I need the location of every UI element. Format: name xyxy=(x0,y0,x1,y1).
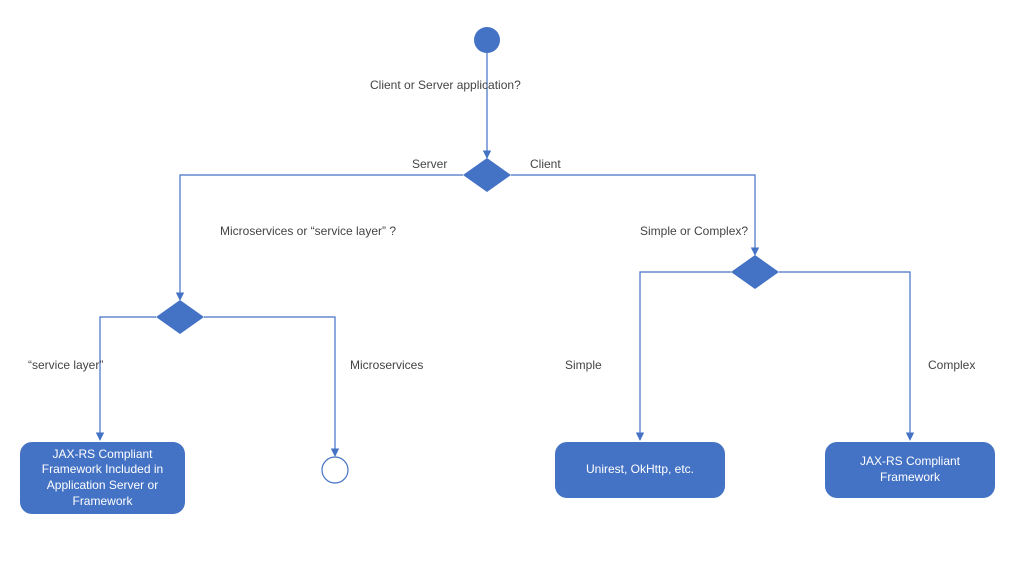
edge-label-complex: Complex xyxy=(928,358,975,372)
terminal-jaxrs-full: JAX-RS Compliant Framework Included in A… xyxy=(20,442,185,514)
edge-d1-client xyxy=(511,175,755,255)
label-server-question: Microservices or “service layer” ? xyxy=(220,224,396,238)
decision-microservices-or-layer xyxy=(156,300,204,334)
terminal-jaxrs-full-text: JAX-RS Compliant Framework Included in A… xyxy=(28,447,177,509)
edge-label-client: Client xyxy=(530,157,561,171)
edge-label-service-layer: “service layer” xyxy=(28,358,103,372)
label-client-question: Simple or Complex? xyxy=(640,224,748,238)
edge-d2-service-layer xyxy=(100,317,156,440)
edge-d3-simple xyxy=(640,272,731,440)
edge-label-microservices: Microservices xyxy=(350,358,423,372)
terminal-jaxrs-client: JAX-RS Compliant Framework xyxy=(825,442,995,498)
terminal-simple-clients-text: Unirest, OkHttp, etc. xyxy=(586,462,694,478)
edge-label-server: Server xyxy=(412,157,447,171)
decision-simple-or-complex xyxy=(731,255,779,289)
edge-label-simple: Simple xyxy=(565,358,602,372)
start-node xyxy=(474,27,500,53)
edge-d2-microservices xyxy=(204,317,335,456)
edge-d3-complex xyxy=(779,272,910,440)
terminal-empty xyxy=(322,457,348,483)
terminal-jaxrs-client-text: JAX-RS Compliant Framework xyxy=(833,454,987,485)
decision-client-or-server xyxy=(463,158,511,192)
label-root-question: Client or Server application? xyxy=(370,78,521,92)
terminal-simple-clients: Unirest, OkHttp, etc. xyxy=(555,442,725,498)
